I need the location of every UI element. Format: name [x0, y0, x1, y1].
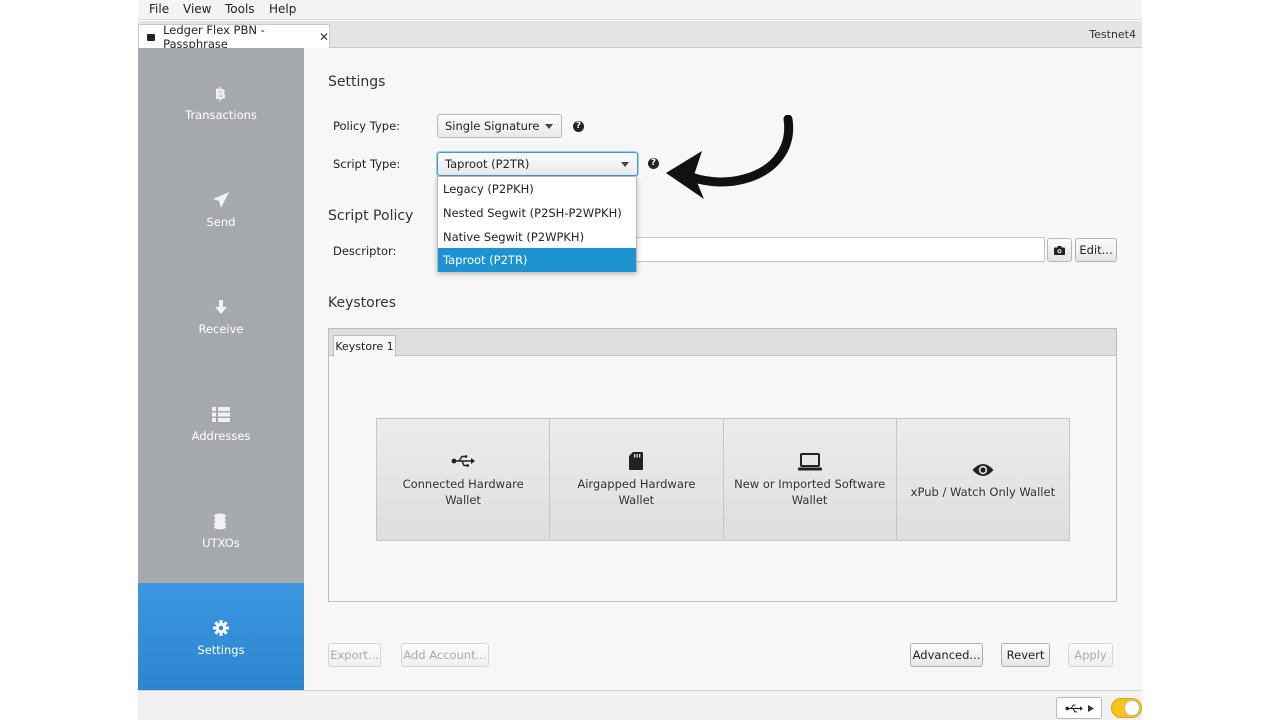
- script-type-value: Taproot (P2TR): [445, 157, 530, 171]
- advanced-button[interactable]: Advanced...: [910, 643, 983, 667]
- dropdown-option-native-segwit[interactable]: Native Segwit (P2WPKH): [438, 225, 636, 249]
- toggle-knob: [1124, 700, 1140, 716]
- software-wallet-label: New or Imported Software Wallet: [734, 477, 886, 507]
- laptop-icon: [724, 453, 896, 471]
- software-wallet-button[interactable]: New or Imported Software Wallet: [723, 419, 897, 540]
- keystore-tab[interactable]: Keystore 1: [333, 335, 396, 357]
- sidebar-item-receive[interactable]: Receive: [138, 262, 304, 369]
- usb-icon: [1064, 704, 1083, 712]
- menu-view[interactable]: View: [183, 2, 211, 16]
- gear-icon: [138, 619, 304, 637]
- bitcoin-icon: ฿: [138, 84, 304, 102]
- help-icon[interactable]: ?: [573, 121, 584, 132]
- descriptor-label: Descriptor:: [333, 244, 397, 258]
- revert-button[interactable]: Revert: [1001, 643, 1050, 667]
- annotation-arrow-icon: [666, 115, 794, 199]
- sidebar-item-utxos[interactable]: UTXOs: [138, 476, 304, 583]
- menu-file[interactable]: File: [149, 2, 169, 16]
- wallet-source-options: Connected Hardware Wallet Airgapped Hard…: [376, 418, 1070, 541]
- add-account-button[interactable]: Add Account...: [401, 643, 489, 667]
- policy-type-value: Single Signature: [445, 119, 540, 133]
- watch-only-wallet-button[interactable]: xPub / Watch Only Wallet: [896, 419, 1069, 540]
- wallet-tab-bar: Ledger Flex PBN - Passphrase ✕ Testnet4: [138, 21, 1142, 51]
- keystore-panel: Keystore 1 Connected Hardware Wallet Air…: [328, 328, 1117, 602]
- send-icon: [138, 191, 304, 209]
- sidebar-item-send[interactable]: Send: [138, 155, 304, 262]
- apply-button[interactable]: Apply: [1068, 643, 1113, 667]
- dropdown-option-taproot[interactable]: Taproot (P2TR): [438, 248, 636, 272]
- usb-icon: [377, 455, 549, 467]
- sidebar: ฿ Transactions Send Receive Addresses UT…: [138, 48, 304, 690]
- dropdown-option-legacy[interactable]: Legacy (P2PKH): [438, 177, 636, 201]
- keystore-tab-bar: Keystore 1: [329, 329, 1116, 357]
- connection-toggle[interactable]: [1111, 698, 1142, 718]
- network-label: Testnet4: [1089, 28, 1136, 41]
- airgapped-hardware-wallet-button[interactable]: Airgapped Hardware Wallet: [550, 419, 724, 540]
- sidebar-label-addresses: Addresses: [191, 429, 251, 443]
- policy-type-label: Policy Type:: [333, 119, 401, 133]
- keystores-title: Keystores: [328, 295, 397, 311]
- export-button[interactable]: Export...: [328, 643, 381, 667]
- sidebar-label-send: Send: [206, 215, 236, 229]
- camera-icon: [1054, 245, 1065, 255]
- scan-qr-button[interactable]: [1047, 238, 1072, 262]
- policy-type-select[interactable]: Single Signature: [437, 114, 562, 138]
- close-tab-icon[interactable]: ✕: [319, 30, 329, 44]
- chevron-down-icon: [621, 162, 629, 167]
- play-icon: [1087, 704, 1094, 712]
- coins-icon: [138, 512, 304, 530]
- app-window: File View Tools Help Ledger Flex PBN - P…: [138, 0, 1142, 720]
- settings-title: Settings: [328, 74, 386, 90]
- sidebar-label-transactions: Transactions: [185, 108, 257, 122]
- sidebar-item-addresses[interactable]: Addresses: [138, 369, 304, 476]
- status-bar: [138, 690, 1142, 720]
- addresses-icon: [138, 405, 304, 423]
- wallet-tab[interactable]: Ledger Flex PBN - Passphrase ✕: [138, 23, 330, 51]
- sidebar-label-receive: Receive: [198, 322, 244, 336]
- wallet-icon: [147, 33, 156, 41]
- script-type-dropdown: Legacy (P2PKH) Nested Segwit (P2SH-P2WPK…: [437, 176, 637, 272]
- script-type-select[interactable]: Taproot (P2TR): [437, 152, 638, 176]
- menu-bar: File View Tools Help: [138, 0, 1142, 20]
- sidebar-label-settings: Settings: [197, 643, 245, 657]
- script-type-label: Script Type:: [333, 157, 401, 171]
- edit-descriptor-button[interactable]: Edit...: [1075, 238, 1117, 262]
- menu-tools[interactable]: Tools: [225, 2, 255, 16]
- usb-status-button[interactable]: [1056, 697, 1102, 719]
- sidebar-label-utxos: UTXOs: [202, 536, 240, 550]
- watch-only-wallet-label: xPub / Watch Only Wallet: [910, 485, 1056, 499]
- airgapped-hardware-wallet-label: Airgapped Hardware Wallet: [577, 477, 696, 507]
- svg-text:฿: ฿: [215, 84, 226, 102]
- eye-icon: [897, 463, 1069, 477]
- script-policy-title: Script Policy: [328, 208, 414, 224]
- wallet-tab-title: Ledger Flex PBN - Passphrase: [163, 23, 265, 51]
- receive-icon: [138, 298, 304, 316]
- menu-help[interactable]: Help: [269, 2, 296, 16]
- sidebar-item-transactions[interactable]: ฿ Transactions: [138, 48, 304, 155]
- help-icon[interactable]: ?: [648, 158, 659, 169]
- dropdown-option-nested-segwit[interactable]: Nested Segwit (P2SH-P2WPKH): [438, 201, 636, 225]
- sidebar-item-settings[interactable]: Settings: [138, 583, 304, 690]
- chevron-down-icon: [545, 124, 553, 129]
- connected-hardware-wallet-button[interactable]: Connected Hardware Wallet: [377, 419, 551, 540]
- connected-hardware-wallet-label: Connected Hardware Wallet: [402, 477, 524, 507]
- sd-card-icon: [550, 452, 722, 470]
